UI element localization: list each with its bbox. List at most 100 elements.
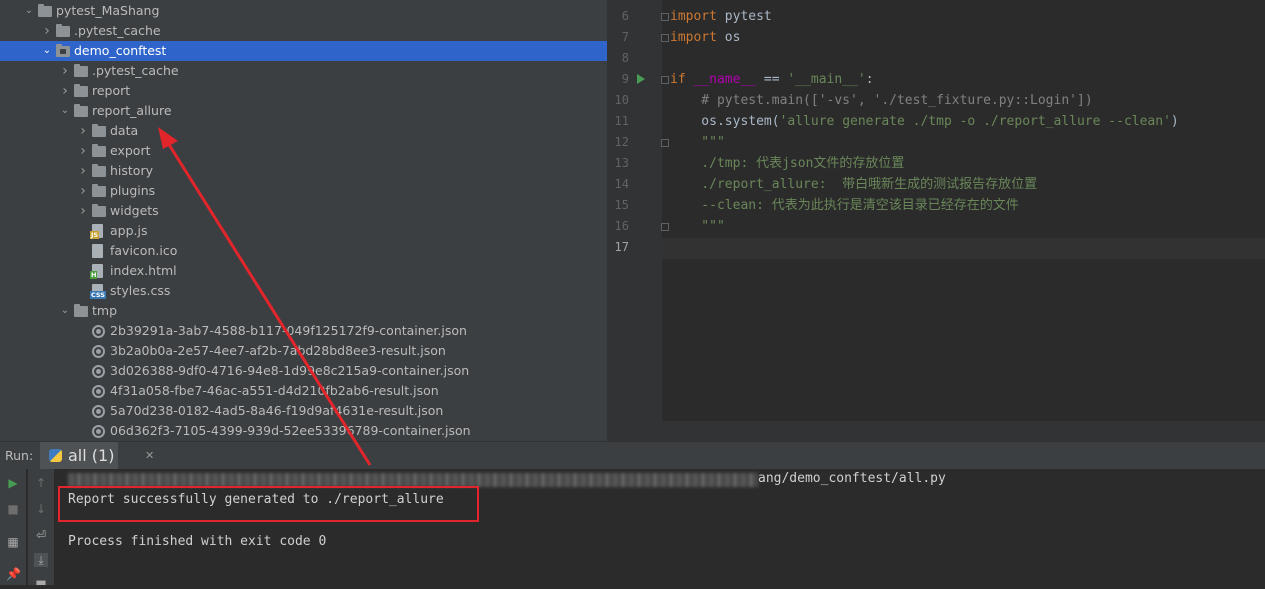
editor-breadcrumb-bar (607, 421, 1265, 441)
line-number: 10 (614, 93, 629, 107)
line-number: 12 (614, 135, 629, 149)
tree-row[interactable]: › plugins (0, 181, 607, 201)
json-file-icon (92, 425, 105, 438)
scroll-up-icon[interactable]: ↑ (34, 476, 48, 490)
tree-row-label: demo_conftest (74, 43, 167, 58)
tree-row[interactable]: › .pytest_cache (0, 61, 607, 81)
code-editor[interactable]: 6 7 8 9 10 11 12 13 14 15 16 17 import p… (607, 0, 1265, 441)
tree-row-label: tmp (92, 303, 118, 318)
code-line: if __name__ == '__main__': (670, 69, 874, 90)
chevron-down-icon[interactable]: ⌄ (40, 41, 54, 61)
stop-icon[interactable]: ■ (6, 502, 20, 516)
tree-row[interactable]: CSS styles.css (0, 281, 607, 301)
docstring-line: --clean: 代表为此执行是清空该目录已经存在的文件 (670, 198, 1019, 213)
tree-row[interactable]: 3d026388-9df0-4716-94e8-1d99e8c215a9-con… (0, 361, 607, 381)
chevron-down-icon[interactable]: ⌄ (58, 301, 72, 321)
line-number: 9 (621, 72, 629, 86)
run-label: Run: (5, 448, 34, 463)
chevron-right-icon[interactable]: › (76, 201, 90, 221)
chevron-right-icon[interactable]: › (76, 121, 90, 141)
tree-row[interactable]: ⌄ demo_conftest (0, 41, 607, 61)
fold-marker-icon[interactable] (661, 34, 669, 42)
fold-marker-icon[interactable] (661, 13, 669, 21)
layout-icon[interactable]: ▦ (6, 535, 20, 549)
chevron-right-icon[interactable]: › (76, 141, 90, 161)
run-toolbar-right: ↑ ↓ ⏎ ⤓ ▬ (28, 469, 54, 589)
tree-row[interactable]: ⌄ report_allure (0, 101, 607, 121)
tree-row[interactable]: favicon.ico (0, 241, 607, 261)
fold-marker-icon[interactable] (661, 76, 669, 84)
tree-row-label: 5a70d238-0182-4ad5-8a46-f19d9af4631e-res… (110, 403, 444, 418)
print-icon[interactable]: ▬ (34, 575, 48, 589)
tree-row[interactable]: 2b39291a-3ab7-4588-b117-049f125172f9-con… (0, 321, 607, 341)
tree-row[interactable]: JS app.js (0, 221, 607, 241)
run-gutter-icon[interactable] (637, 74, 645, 84)
chevron-down-icon[interactable]: ⌄ (58, 101, 72, 121)
chevron-right-icon[interactable]: › (40, 21, 54, 41)
line-number: 6 (621, 9, 629, 23)
annotation-highlight-box (58, 486, 479, 522)
run-toolbar-left: ▶ ■ ▦ 📌 (0, 469, 26, 585)
current-line-highlight (662, 238, 1265, 259)
folder-icon (38, 4, 52, 17)
rerun-icon[interactable]: ▶ (6, 476, 20, 490)
tree-row[interactable]: › report (0, 81, 607, 101)
js-file-icon: JS (90, 224, 103, 239)
chevron-right-icon[interactable]: › (76, 181, 90, 201)
tree-row[interactable]: › .pytest_cache (0, 21, 607, 41)
tree-row-label: data (110, 123, 139, 138)
folder-icon (92, 124, 106, 137)
tree-row[interactable]: › history (0, 161, 607, 181)
tree-row[interactable]: › widgets (0, 201, 607, 221)
code-text: pytest (716, 9, 772, 24)
tree-row[interactable]: 4f31a058-fbe7-46ac-a551-d4d210fb2ab6-res… (0, 381, 607, 401)
tree-row-label: .pytest_cache (92, 63, 179, 78)
folder-icon (74, 84, 88, 97)
folder-icon (92, 184, 106, 197)
tree-row-label: index.html (110, 263, 177, 278)
pin-icon[interactable]: 📌 (6, 567, 21, 581)
chevron-right-icon[interactable]: › (76, 161, 90, 181)
tree-row[interactable]: Hindex.html (0, 261, 607, 281)
folder-icon (74, 64, 88, 77)
tree-row[interactable]: 5a70d238-0182-4ad5-8a46-f19d9af4631e-res… (0, 401, 607, 421)
tree-row-label: pytest_MaShang (56, 3, 160, 18)
json-file-icon (92, 345, 105, 358)
json-file-icon (92, 405, 105, 418)
module-folder-icon (56, 44, 70, 57)
keyword: if (670, 72, 686, 87)
image-file-icon (92, 244, 103, 258)
code-text: os (716, 30, 741, 45)
tree-row[interactable]: › export (0, 141, 607, 161)
soft-wrap-icon[interactable]: ⏎ (34, 528, 48, 542)
tree-row[interactable]: 06d362f3-7105-4399-939d-52ee53396789-con… (0, 421, 607, 441)
fold-marker-icon[interactable] (661, 223, 669, 231)
keyword: import (670, 30, 717, 45)
tree-row[interactable]: 3b2a0b0a-2e57-4ee7-af2b-7abd28bd8ee3-res… (0, 341, 607, 361)
tree-row-label: plugins (110, 183, 156, 198)
python-icon (49, 449, 62, 462)
line-number: 7 (621, 30, 629, 44)
chevron-down-icon[interactable]: ⌄ (22, 1, 36, 21)
tree-row[interactable]: › data (0, 121, 607, 141)
scroll-down-icon[interactable]: ↓ (34, 502, 48, 516)
run-tab-label: all (1) (68, 446, 115, 465)
scroll-to-end-icon[interactable]: ⤓ (34, 553, 48, 567)
close-icon[interactable]: ✕ (145, 442, 154, 469)
fold-marker-icon[interactable] (661, 139, 669, 147)
chevron-right-icon[interactable]: › (58, 61, 72, 81)
code-line: import os (670, 27, 740, 48)
run-tab-all[interactable]: all (1) ✕ (40, 442, 154, 469)
tree-row-label: 06d362f3-7105-4399-939d-52ee53396789-con… (110, 423, 471, 438)
redacted-command-text (68, 473, 758, 487)
chevron-right-icon[interactable]: › (58, 81, 72, 101)
tree-row-label: report (92, 83, 131, 98)
keyword: import (670, 9, 717, 24)
tree-row[interactable]: ⌄ pytest_MaShang (0, 1, 607, 21)
line-number: 16 (614, 219, 629, 233)
tree-row[interactable]: ⌄ tmp (0, 301, 607, 321)
console-process-line: Process finished with exit code 0 (68, 534, 327, 549)
code-line: import pytest (670, 6, 772, 27)
docstring-line: """ (670, 219, 725, 234)
tree-row-label: favicon.ico (110, 243, 178, 258)
